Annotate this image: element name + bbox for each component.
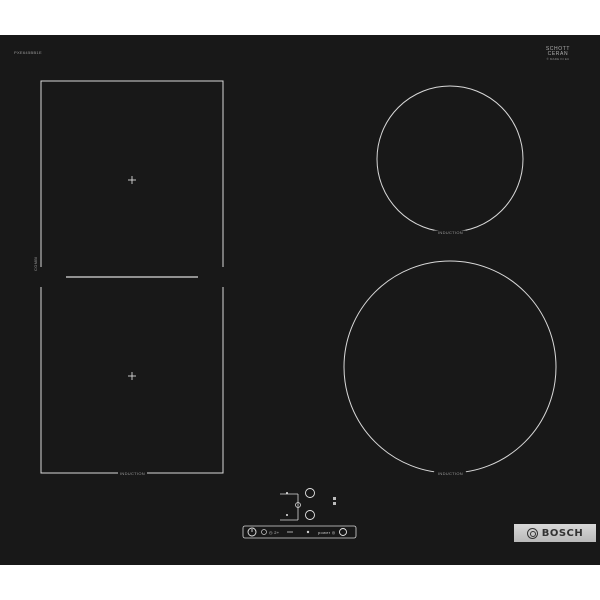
- model-label: PXE645BB1E: [14, 50, 42, 55]
- flex-zone-center-mark-top: [128, 176, 136, 184]
- hob-markings: [39, 80, 557, 539]
- small-round-zone: [376, 85, 524, 233]
- timer-label[interactable]: ◷ 2+: [269, 530, 279, 535]
- timer-icon[interactable]: [261, 529, 267, 535]
- main-power-button[interactable]: [247, 527, 257, 537]
- control-panel: [242, 493, 357, 539]
- bosch-logo-icon: [526, 527, 538, 539]
- cooktop-glass: PXE645BB1E SCHOTT CERAN ® MADE IN EU IND…: [0, 35, 600, 565]
- power-boost-button[interactable]: [339, 528, 347, 536]
- lock-indicator-icon: [333, 497, 336, 505]
- glass-brand-logo: SCHOTT CERAN ® MADE IN EU: [546, 47, 570, 62]
- combi-label: COMBI: [33, 256, 38, 271]
- brand-name: BOSCH: [541, 527, 584, 539]
- flex-zone-center-mark-bottom: [128, 372, 136, 380]
- large-zone-label: INDUCTION: [438, 471, 463, 476]
- zone-indicator-dot-bottom: [286, 514, 288, 516]
- glass-brand-sub: ® MADE IN EU: [546, 57, 570, 61]
- zone-indicator-dot-top: [286, 492, 288, 494]
- power-label[interactable]: power ◎: [318, 530, 336, 535]
- large-round-zone: [343, 260, 557, 474]
- small-zone-label: INDUCTION: [438, 230, 463, 235]
- zone-select-button-bottom[interactable]: [305, 510, 315, 520]
- zone-select-button-top[interactable]: [305, 488, 315, 498]
- flex-zone-label: INDUCTION: [120, 471, 145, 476]
- brand-plate: BOSCH: [514, 524, 596, 542]
- slider-center-mark[interactable]: [306, 530, 310, 534]
